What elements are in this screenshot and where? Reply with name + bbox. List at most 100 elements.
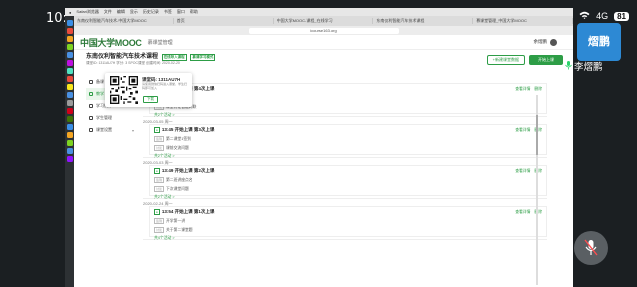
- activity-tag: 讨论: [154, 227, 165, 233]
- start-class-button[interactable]: 开始上课: [529, 55, 563, 65]
- app-icon[interactable]: [66, 124, 73, 130]
- view-details-link[interactable]: 查看详情: [515, 210, 530, 215]
- site-header: 中国大学MOOC 慕课堂管理 余熠鹏: [74, 35, 573, 50]
- view-details-link[interactable]: 查看详情: [515, 128, 530, 133]
- activity-tag: 签到: [154, 136, 165, 142]
- chevron-down-icon: ▾: [131, 127, 134, 133]
- activity-row[interactable]: 讨论课堂讨论智能网联: [154, 104, 542, 110]
- activity-row[interactable]: 讨论 关于第二课堂题: [154, 227, 542, 233]
- class-list: ● 19:45 开始上课 第4次上课 签到签到 讨论课堂讨论智能网联 共2个活动…: [143, 78, 547, 287]
- app-icon[interactable]: [66, 116, 73, 122]
- app-icon[interactable]: [66, 92, 73, 98]
- app-icon[interactable]: [66, 140, 73, 146]
- activity-row[interactable]: 签到签到: [154, 95, 542, 101]
- microphone-muted-icon[interactable]: [574, 231, 608, 265]
- activity-row[interactable]: 讨论 课前交流问题: [154, 145, 542, 151]
- activity-text: 第二课堂1签到: [166, 136, 191, 141]
- app-icon[interactable]: [66, 36, 73, 42]
- activity-text: 第二班讲座点名: [166, 177, 193, 182]
- app-icon[interactable]: [66, 28, 73, 34]
- activity-row[interactable]: 讨论 下次课堂问题: [154, 186, 542, 192]
- class-entry[interactable]: ● 13:45 开始上课 第3次上课 签到 第二课堂1签到 讨论 课前交流问题 共2…: [149, 124, 547, 158]
- app-icon[interactable]: [66, 132, 73, 138]
- apple-icon: ●: [69, 9, 72, 15]
- url-bar[interactable]: icourse163.org: [248, 27, 399, 34]
- class-card: 2020-02-24 周一 ● 13:54 开始上课 第1次上课 签到 开学第一讲…: [143, 201, 547, 240]
- activity-tag: 讨论: [154, 186, 165, 192]
- menu-item[interactable]: Safari浏览器: [76, 9, 98, 15]
- view-details-link[interactable]: 查看详情: [515, 169, 530, 174]
- participant-name: 李熠鹏: [574, 62, 603, 73]
- avatar[interactable]: [550, 38, 557, 46]
- more-activities-link[interactable]: 共4个活动 >: [154, 236, 542, 241]
- menu-item[interactable]: 显示: [130, 9, 138, 15]
- popup-description: 请使用微信扫码进入课堂，学生扫码即可加入: [142, 82, 188, 90]
- finder-icon[interactable]: [66, 20, 73, 26]
- browser-tab[interactable]: 东南仪利智能汽车技术课程: [373, 18, 474, 24]
- mooc-page: 中国大学MOOC 慕课堂管理 余熠鹏 东南仪利智能汽车技术课程 在线导入课程 慕…: [74, 35, 573, 287]
- activity-text: 下次课堂问题: [166, 186, 189, 191]
- app-icon[interactable]: [66, 100, 73, 106]
- qr-code-popup: 课堂码: 1311AU7H 请使用微信扫码进入课堂，学生扫码即可加入 下载: [105, 73, 192, 107]
- users-icon: [89, 116, 93, 120]
- menu-item[interactable]: 文件: [104, 9, 112, 15]
- class-title: ● 13:54 开始上课 第1次上课: [154, 209, 215, 215]
- class-actions: 查看详情 删除: [515, 87, 542, 92]
- create-data-button[interactable]: +新建课堂数据: [486, 55, 525, 65]
- download-qr-button[interactable]: 下载: [143, 96, 158, 103]
- sidebar-item-students[interactable]: 学生管理: [86, 112, 137, 124]
- menu-item[interactable]: 书签: [164, 9, 172, 15]
- more-activities-link[interactable]: 共2个活动 >: [154, 195, 542, 200]
- sidebar-item-label: 课堂设置: [96, 127, 112, 132]
- app-icon[interactable]: [66, 44, 73, 50]
- course-meta: 课堂ID: 1311AU7H 学分: 3 SPOC课堂 创建时间: 2020-0…: [86, 61, 180, 65]
- view-details-link[interactable]: 查看详情: [515, 87, 530, 92]
- more-activities-link[interactable]: 共2个活动 >: [154, 154, 542, 159]
- sidebar-item-settings[interactable]: 课堂设置 ▾: [86, 124, 137, 136]
- site-logo[interactable]: 中国大学MOOC: [80, 36, 142, 49]
- activity-text: 关于第二课堂题: [166, 227, 193, 232]
- activity-tag: 讨论: [154, 145, 165, 151]
- app-icon[interactable]: [66, 148, 73, 154]
- app-icon[interactable]: [66, 156, 73, 162]
- app-icon[interactable]: [66, 52, 73, 58]
- site-section-title: 慕课堂管理: [147, 39, 173, 46]
- class-entry[interactable]: ● 19:45 开始上课 第4次上课 签到签到 讨论课堂讨论智能网联 共2个活动…: [149, 83, 547, 117]
- class-entry[interactable]: ● 13:49 开始上课 第2次上课 签到 第二班讲座点名 讨论 下次课堂问题 共2…: [149, 165, 547, 199]
- activity-row[interactable]: 签到 开学第一讲: [154, 218, 542, 224]
- sidebar-item-label: 教学: [96, 91, 104, 96]
- app-icon[interactable]: [66, 60, 73, 66]
- menu-item[interactable]: 编辑: [117, 9, 125, 15]
- menu-item[interactable]: 历史记录: [143, 9, 159, 15]
- sidebar-item-label: 学生管理: [96, 115, 112, 120]
- activity-tag: 签到: [154, 177, 165, 183]
- browser-tab[interactable]: 中国大学MOOC-课程_在线学习: [274, 18, 374, 24]
- phone-status-bar: 4G 81: [579, 11, 629, 21]
- browser-tab[interactable]: 首页: [174, 18, 274, 24]
- scrollbar-thumb[interactable]: [536, 115, 538, 155]
- app-icon[interactable]: [66, 84, 73, 90]
- status-badge: ●: [154, 168, 160, 174]
- class-card: 2020-03-05 周一 ● 13:45 开始上课 第3次上课 签到 第二课堂1…: [143, 119, 547, 158]
- scrollbar[interactable]: [536, 95, 538, 285]
- app-icon[interactable]: [66, 108, 73, 114]
- menu-item[interactable]: 帮助: [190, 9, 198, 15]
- class-title: ● 13:45 开始上课 第3次上课: [154, 127, 215, 133]
- activity-text: 课前交流问题: [166, 145, 189, 150]
- shared-screen: ● Safari浏览器 文件 编辑 显示 历史记录 书签 窗口 帮助 东南仪利智…: [65, 8, 573, 287]
- participant-avatar[interactable]: 熠鹏: [577, 23, 621, 61]
- app-icon[interactable]: [66, 76, 73, 82]
- browser-tab[interactable]: 慕课堂管理_中国大学MOOC: [473, 18, 573, 24]
- app-icon[interactable]: [66, 68, 73, 74]
- delete-link[interactable]: 删除: [534, 87, 542, 92]
- browser-tab[interactable]: 东南仪利智能汽车技术-中国大学MOOC: [74, 18, 174, 24]
- class-entry[interactable]: ● 13:54 开始上课 第1次上课 签到 开学第一讲 讨论 关于第二课堂题 共4个…: [149, 206, 547, 240]
- status-badge: ●: [154, 127, 160, 133]
- participant-label: 李熠鹏: [565, 59, 603, 73]
- more-activities-link[interactable]: 共2个活动 >: [154, 113, 542, 118]
- user-menu[interactable]: 余熠鹏: [534, 38, 557, 46]
- menu-item[interactable]: 窗口: [177, 9, 185, 15]
- activity-row[interactable]: 签到 第二课堂1签到: [154, 136, 542, 142]
- activity-row[interactable]: 签到 第二班讲座点名: [154, 177, 542, 183]
- sidebar-item-label: 备课: [96, 79, 104, 84]
